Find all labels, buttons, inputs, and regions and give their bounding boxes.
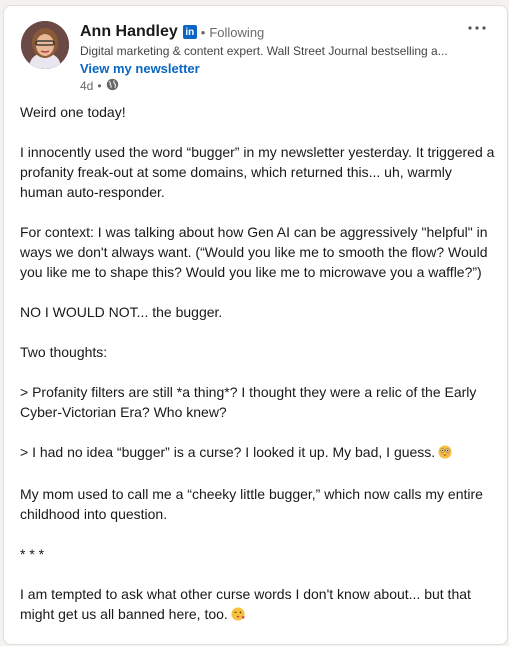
post-card: Ann Handley in • Following Digital marke… [3, 5, 508, 645]
post-paragraph: NO I WOULD NOT... the bugger. [20, 304, 223, 320]
more-options-button[interactable] [465, 18, 489, 38]
post-paragraph: My mom used to call me a “cheeky little … [20, 486, 483, 522]
flushed-face-emoji [438, 444, 452, 464]
post-paragraph: > Profanity filters are still *a thing*?… [20, 384, 477, 420]
post-paragraph-text: I am tempted to ask what other curse wor… [20, 586, 471, 622]
post-paragraph-text: > I had no idea “bugger” is a curse? I l… [20, 444, 436, 460]
post-body: Weird one today! I innocently used the w… [20, 102, 498, 646]
view-newsletter-link[interactable]: View my newsletter [80, 60, 470, 77]
linkedin-premium-icon: in [182, 25, 197, 39]
follow-status: Following [209, 24, 265, 40]
post-paragraph: I innocently used the word “bugger” in m… [20, 144, 495, 200]
globe-icon [106, 78, 119, 94]
post-meta: 4d • [80, 77, 470, 94]
face-blowing-kiss-emoji [231, 606, 245, 626]
separator-dot: • [200, 24, 206, 40]
meta-separator: • [97, 78, 102, 93]
avatar-photo [21, 21, 69, 69]
post-paragraph: For context: I was talking about how Gen… [20, 224, 488, 280]
post-paragraph-with-emoji: > I had no idea “bugger” is a curse? I l… [20, 442, 498, 464]
author-avatar[interactable] [21, 21, 69, 69]
author-name-row: Ann Handley in • Following [80, 21, 470, 43]
post-paragraph: * * * [20, 546, 45, 562]
author-name[interactable]: Ann Handley [80, 23, 178, 41]
post-time: 4d [80, 78, 94, 93]
more-options-icon [468, 26, 486, 30]
post-paragraph-with-emoji: I am tempted to ask what other curse wor… [20, 584, 498, 626]
post-paragraph: Two thoughts: [20, 344, 108, 360]
author-headline: Digital marketing & content expert. Wall… [80, 44, 448, 58]
post-header: Ann Handley in • Following Digital marke… [80, 21, 470, 94]
post-paragraph: Weird one today! [20, 104, 126, 120]
